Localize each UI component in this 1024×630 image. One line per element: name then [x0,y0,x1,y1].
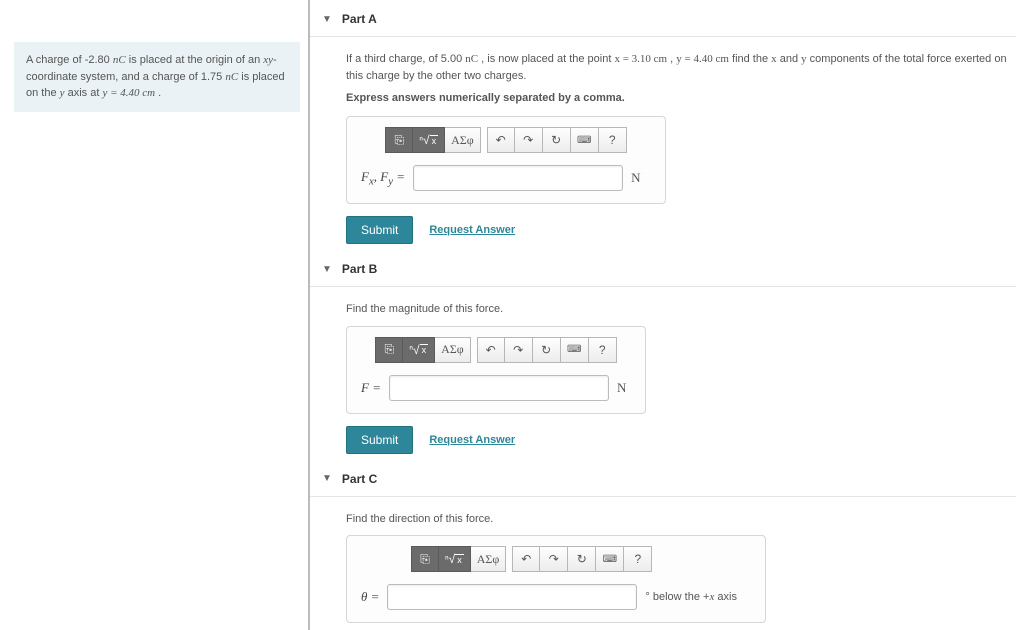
undo-button[interactable]: ↶ [487,127,515,153]
part-a-request-answer-link[interactable]: Request Answer [429,224,515,236]
part-a-title: Part A [342,12,377,26]
chevron-down-icon: ▼ [322,14,332,25]
part-c-header[interactable]: ▼ Part C [310,466,1016,497]
redo-button[interactable]: ↷ [540,546,568,572]
part-c-lhs: θ = [361,589,379,605]
templates-button[interactable]: ⎘ [385,127,413,153]
help-button[interactable]: ? [589,337,617,363]
redo-button[interactable]: ↷ [505,337,533,363]
help-button[interactable]: ? [599,127,627,153]
part-c-unit: ° below the +x axis [645,591,737,603]
keyboard-button[interactable]: ⌨ [596,546,624,572]
part-c-title: Part C [342,472,377,486]
sqrt-button[interactable]: ⁿ√x [413,127,445,153]
part-a-prompt: If a third charge, of 5.00 nC , is now p… [346,51,1016,84]
part-b-header[interactable]: ▼ Part B [310,256,1016,287]
reset-button[interactable]: ↻ [568,546,596,572]
keyboard-button[interactable]: ⌨ [571,127,599,153]
part-a-header[interactable]: ▼ Part A [310,6,1016,37]
chevron-down-icon: ▼ [322,264,332,275]
part-a-lhs: Fx, Fy = [361,169,405,188]
templates-button[interactable]: ⎘ [411,546,439,572]
part-c-answer-box: ⎘ ⁿ√x ΑΣφ ↶ ↷ ↻ ⌨ ? θ = ° below the +x a… [346,535,766,623]
keyboard-button[interactable]: ⌨ [561,337,589,363]
reset-button[interactable]: ↻ [543,127,571,153]
templates-button[interactable]: ⎘ [375,337,403,363]
undo-button[interactable]: ↶ [477,337,505,363]
sqrt-button[interactable]: ⁿ√x [403,337,435,363]
part-b-unit: N [617,380,626,396]
greek-button[interactable]: ΑΣφ [471,546,507,572]
part-c-prompt: Find the direction of this force. [346,511,1016,528]
sqrt-button[interactable]: ⁿ√x [439,546,471,572]
redo-button[interactable]: ↷ [515,127,543,153]
part-b-title: Part B [342,262,377,276]
problem-statement: A charge of -2.80 nC is placed at the or… [14,42,300,112]
greek-button[interactable]: ΑΣφ [445,127,481,153]
part-a-answer-box: ⎘ ⁿ√x ΑΣφ ↶ ↷ ↻ ⌨ ? Fx, Fy = N [346,116,666,204]
chevron-down-icon: ▼ [322,473,332,484]
part-c-input[interactable] [387,584,637,610]
greek-button[interactable]: ΑΣφ [435,337,471,363]
part-b-submit-button[interactable]: Submit [346,426,413,454]
part-b-prompt: Find the magnitude of this force. [346,301,1016,318]
part-b-request-answer-link[interactable]: Request Answer [429,434,515,446]
undo-button[interactable]: ↶ [512,546,540,572]
part-b-answer-box: ⎘ ⁿ√x ΑΣφ ↶ ↷ ↻ ⌨ ? F = N [346,326,646,414]
part-b-input[interactable] [389,375,609,401]
part-a-unit: N [631,170,640,186]
help-button[interactable]: ? [624,546,652,572]
part-a-input[interactable] [413,165,623,191]
part-a-hint: Express answers numerically separated by… [346,92,1016,104]
part-b-lhs: F = [361,380,381,396]
part-a-submit-button[interactable]: Submit [346,216,413,244]
reset-button[interactable]: ↻ [533,337,561,363]
